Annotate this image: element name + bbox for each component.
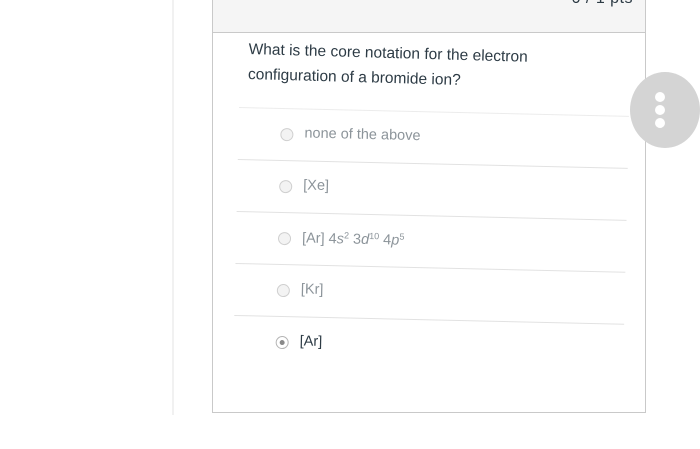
core-notation: [Ar] 4	[301, 230, 337, 248]
exponent-d: 10	[369, 230, 380, 242]
shell-4: 4	[378, 232, 392, 249]
more-vertical-icon[interactable]	[630, 72, 700, 148]
radio-button[interactable]	[276, 283, 290, 298]
question-text: What is the core notation for the electr…	[248, 37, 569, 96]
quiz-screen: 0 / 1 pts What is the core notation for …	[0, 0, 700, 449]
page-edge	[172, 0, 174, 415]
answer-label: none of the above	[304, 125, 421, 145]
points-label: 0 / 1 pts	[572, 0, 633, 8]
answer-option-kr[interactable]: [Kr]	[234, 262, 626, 324]
radio-button[interactable]	[277, 231, 292, 246]
radio-button[interactable]	[279, 179, 293, 194]
answer-label: [Ar]	[299, 333, 323, 350]
radio-button[interactable]	[280, 127, 294, 142]
answer-option-none-of-the-above[interactable]: none of the above	[237, 107, 629, 168]
menu-dot	[655, 92, 665, 102]
exponent-p: 5	[399, 231, 405, 242]
question-card: 0 / 1 pts What is the core notation for …	[212, 0, 646, 413]
menu-dot	[655, 118, 665, 128]
answer-label: [Kr]	[300, 281, 324, 298]
menu-dot	[655, 105, 665, 115]
radio-button-selected[interactable]	[275, 335, 289, 350]
answer-label: [Ar] 4s2 3d10 4p5	[302, 229, 405, 248]
question-header: 0 / 1 pts	[213, 0, 645, 33]
shell-3: 3	[348, 231, 362, 248]
answer-label: [Xe]	[303, 177, 330, 195]
answer-option-ar[interactable]: [Ar]	[233, 314, 625, 376]
answer-list: none of the above [Xe] [Ar] 4s2 3d10 4p5…	[233, 107, 629, 376]
answer-option-ar-4s2-3d10-4p5[interactable]: [Ar] 4s2 3d10 4p5	[235, 210, 627, 272]
answer-option-xe[interactable]: [Xe]	[236, 158, 628, 220]
